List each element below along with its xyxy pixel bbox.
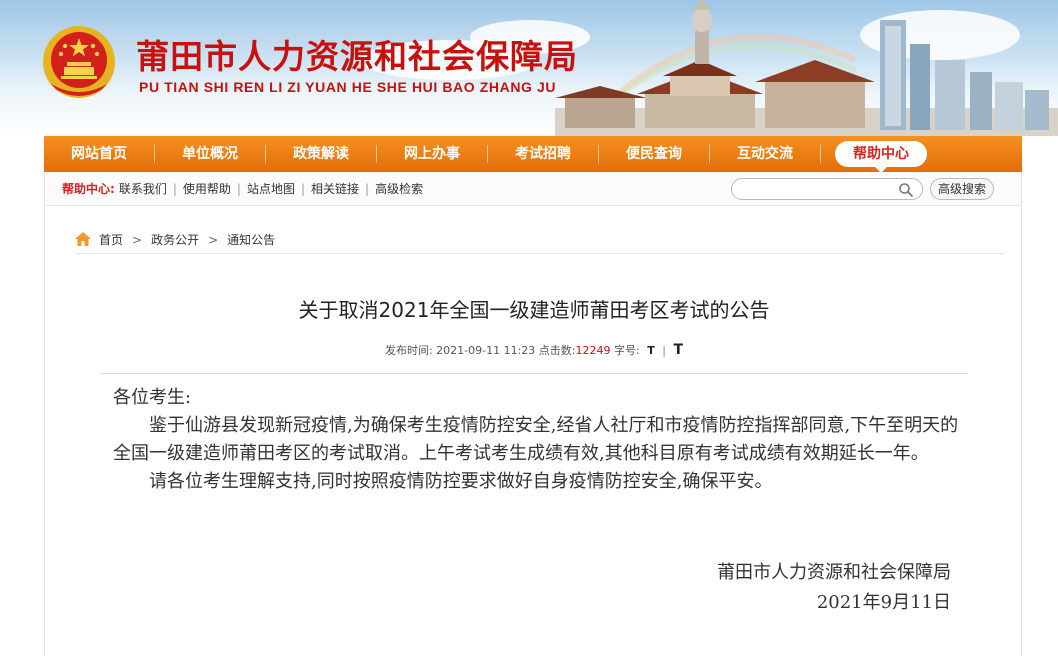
article-paragraph: 请各位考生理解支持,同时按照疫情防控要求做好自身疫情防控安全,确保平安。 (149, 471, 773, 492)
link-separator: | (365, 181, 370, 196)
help-bar: 帮助中心: 联系我们 | 使用帮助 | 站点地图 | 相关链接 | 高级检索 高… (44, 172, 1022, 206)
breadcrumb-home[interactable]: 首页 (99, 231, 123, 248)
link-separator: | (172, 181, 177, 196)
breadcrumb-notices[interactable]: 通知公告 (227, 231, 275, 248)
font-size-separator: | (662, 344, 666, 357)
content-panel: 首页 > 政务公开 > 通知公告 关于取消2021年全国一级建造师莆田考区考试的… (44, 206, 1022, 656)
link-help[interactable]: 使用帮助 (183, 180, 231, 197)
nav-item-label: 单位概况 (182, 146, 238, 162)
article-body: 各位考生: 鉴于仙游县发现新冠疫情,为确保考生疫情防控安全,经省人社厅和市疫情防… (113, 384, 963, 496)
link-contact-us[interactable]: 联系我们 (119, 180, 167, 197)
nav-item-online-services[interactable]: 网上办事 (377, 136, 487, 172)
chevron-right-icon: > (208, 232, 219, 247)
nav-item-home[interactable]: 网站首页 (44, 136, 154, 172)
publish-time: 2021-09-11 11:23 (436, 344, 536, 357)
main-navigation: 网站首页 单位概况 政策解读 网上办事 考试招聘 便民查询 互动交流 帮助中心 (44, 136, 1022, 173)
font-size-small-button[interactable]: T (647, 344, 655, 357)
link-separator: | (236, 181, 241, 196)
chevron-right-icon: > (132, 232, 143, 247)
nav-item-public-query[interactable]: 便民查询 (599, 136, 709, 172)
article-greeting: 各位考生: (113, 387, 192, 408)
nav-item-label: 网站首页 (71, 146, 127, 162)
site-banner: 莆田市人力资源和社会保障局 PU TIAN SHI REN LI ZI YUAN… (0, 0, 1058, 136)
home-icon (75, 231, 91, 246)
nav-item-label-active: 帮助中心 (835, 141, 927, 173)
site-title: 莆田市人力资源和社会保障局 (136, 37, 578, 76)
article-meta: 发布时间: 2021-09-11 11:23 点击数:12249 字号: T |… (45, 342, 1023, 358)
click-count: 12249 (575, 344, 611, 357)
font-size-large-button[interactable]: T (673, 342, 683, 358)
help-center-label: 帮助中心: (62, 182, 115, 196)
link-related-links[interactable]: 相关链接 (311, 180, 359, 197)
city-skyline-illustration (555, 0, 1058, 136)
article-paragraph: 鉴于仙游县发现新冠疫情,为确保考生疫情防控安全,经省人社厅和市疫情防控指挥部同意… (113, 415, 959, 464)
link-advanced-search[interactable]: 高级检索 (375, 180, 423, 197)
link-sitemap[interactable]: 站点地图 (247, 180, 295, 197)
breadcrumb: 首页 > 政务公开 > 通知公告 (75, 226, 1005, 254)
search-input[interactable] (731, 178, 923, 200)
nav-item-label: 互动交流 (737, 146, 793, 162)
clicks-label: 点击数: (538, 344, 576, 357)
advanced-search-button[interactable]: 高级搜索 (930, 178, 994, 200)
publish-time-label: 发布时间: (384, 344, 433, 357)
breadcrumb-government-affairs[interactable]: 政务公开 (151, 231, 199, 248)
nav-item-label: 考试招聘 (515, 146, 571, 162)
search-icon[interactable] (898, 182, 914, 198)
nav-item-help-center[interactable]: 帮助中心 (821, 136, 941, 173)
nav-item-interaction[interactable]: 互动交流 (710, 136, 820, 172)
nav-item-label: 便民查询 (626, 146, 682, 162)
article-title: 关于取消2021年全国一级建造师莆田考区考试的公告 (298, 298, 770, 322)
nav-item-exams[interactable]: 考试招聘 (488, 136, 598, 172)
article-date: 2021年9月11日 (816, 592, 951, 613)
site-subtitle: PU TIAN SHI REN LI ZI YUAN HE SHE HUI BA… (139, 79, 557, 95)
title-divider (100, 373, 968, 374)
link-separator: | (300, 181, 305, 196)
nav-item-label: 网上办事 (404, 146, 460, 162)
nav-item-label: 政策解读 (293, 146, 349, 162)
national-emblem-logo[interactable] (41, 24, 117, 100)
font-size-label: 字号: (614, 344, 640, 357)
nav-item-about[interactable]: 单位概况 (155, 136, 265, 172)
nav-item-policy[interactable]: 政策解读 (266, 136, 376, 172)
article-signature: 莆田市人力资源和社会保障局 (717, 562, 951, 583)
